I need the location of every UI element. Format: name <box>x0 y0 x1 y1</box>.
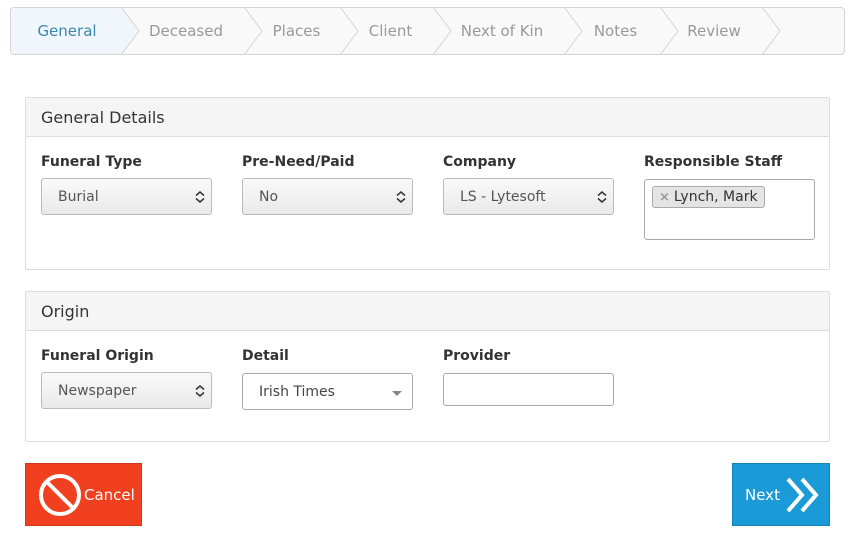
tab-review-label: Review <box>687 22 741 40</box>
tab-places-label: Places <box>272 22 321 40</box>
detail-field: Detail <box>242 348 289 364</box>
funeral-type-field: Funeral Type <box>41 154 142 170</box>
general-details-title: General Details <box>26 98 829 137</box>
detail-select[interactable]: Irish Times <box>242 373 413 410</box>
select-caret-icon <box>396 191 406 203</box>
pre-need-value: No <box>259 188 279 205</box>
company-field: Company <box>443 154 516 170</box>
funeral-origin-field: Funeral Origin <box>41 348 154 364</box>
pre-need-select[interactable]: No <box>242 178 413 215</box>
select-caret-icon <box>597 191 607 203</box>
cancel-button[interactable]: Cancel <box>25 463 142 526</box>
tab-client-label: Client <box>368 22 413 40</box>
step-separator-icon <box>340 8 360 54</box>
tab-general-label: General <box>37 22 97 40</box>
tab-notes-label: Notes <box>593 22 638 40</box>
responsible-staff-field: Responsible Staff <box>644 154 782 170</box>
step-separator-icon <box>244 8 264 54</box>
funeral-type-select[interactable]: Burial <box>41 178 212 215</box>
origin-title: Origin <box>26 292 829 331</box>
funeral-origin-value: Newspaper <box>58 382 137 399</box>
next-label: Next <box>745 485 780 504</box>
tab-next-of-kin[interactable]: Next of Kin <box>437 8 567 54</box>
detail-label: Detail <box>242 348 289 364</box>
step-separator-icon <box>660 8 680 54</box>
step-separator-icon <box>121 8 141 54</box>
ban-icon <box>39 473 81 516</box>
step-separator-icon <box>564 8 584 54</box>
select-caret-icon <box>195 191 205 203</box>
company-value: LS - Lytesoft <box>460 188 546 205</box>
funeral-type-value: Burial <box>58 188 99 205</box>
tab-deceased-label: Deceased <box>148 22 223 40</box>
tab-next-of-kin-label: Next of Kin <box>460 22 544 40</box>
responsible-staff-label: Responsible Staff <box>644 154 783 170</box>
wizard-steps: General Deceased Places Client Next of K… <box>10 7 845 55</box>
funeral-origin-label: Funeral Origin <box>41 348 154 364</box>
remove-tag-icon[interactable]: × <box>659 190 670 205</box>
pre-need-label: Pre-Need/Paid <box>242 154 355 170</box>
step-separator-icon <box>433 8 453 54</box>
company-select[interactable]: LS - Lytesoft <box>443 178 614 215</box>
funeral-type-label: Funeral Type <box>41 154 142 170</box>
origin-panel: Origin Funeral Origin Newspaper Detail I… <box>25 291 830 442</box>
responsible-staff-multiselect[interactable]: × Lynch, Mark <box>644 179 815 240</box>
staff-tag-label: Lynch, Mark <box>673 189 758 205</box>
detail-value: Irish Times <box>259 383 335 400</box>
double-chevron-right-icon <box>786 477 819 512</box>
provider-field: Provider <box>443 348 510 364</box>
select-caret-icon <box>195 385 205 397</box>
cancel-label: Cancel <box>84 485 135 504</box>
provider-input[interactable] <box>443 373 614 406</box>
company-label: Company <box>443 154 517 170</box>
funeral-origin-select[interactable]: Newspaper <box>41 372 212 409</box>
next-button[interactable]: Next <box>732 463 830 526</box>
dropdown-arrow-icon <box>392 391 402 396</box>
general-details-panel: General Details Funeral Type Burial Pre-… <box>25 97 830 270</box>
provider-label: Provider <box>443 348 511 364</box>
tab-general[interactable]: General <box>11 8 123 54</box>
step-separator-icon <box>762 8 782 54</box>
pre-need-field: Pre-Need/Paid <box>242 154 354 170</box>
staff-tag: × Lynch, Mark <box>652 186 765 208</box>
tab-deceased[interactable]: Deceased <box>123 8 249 54</box>
